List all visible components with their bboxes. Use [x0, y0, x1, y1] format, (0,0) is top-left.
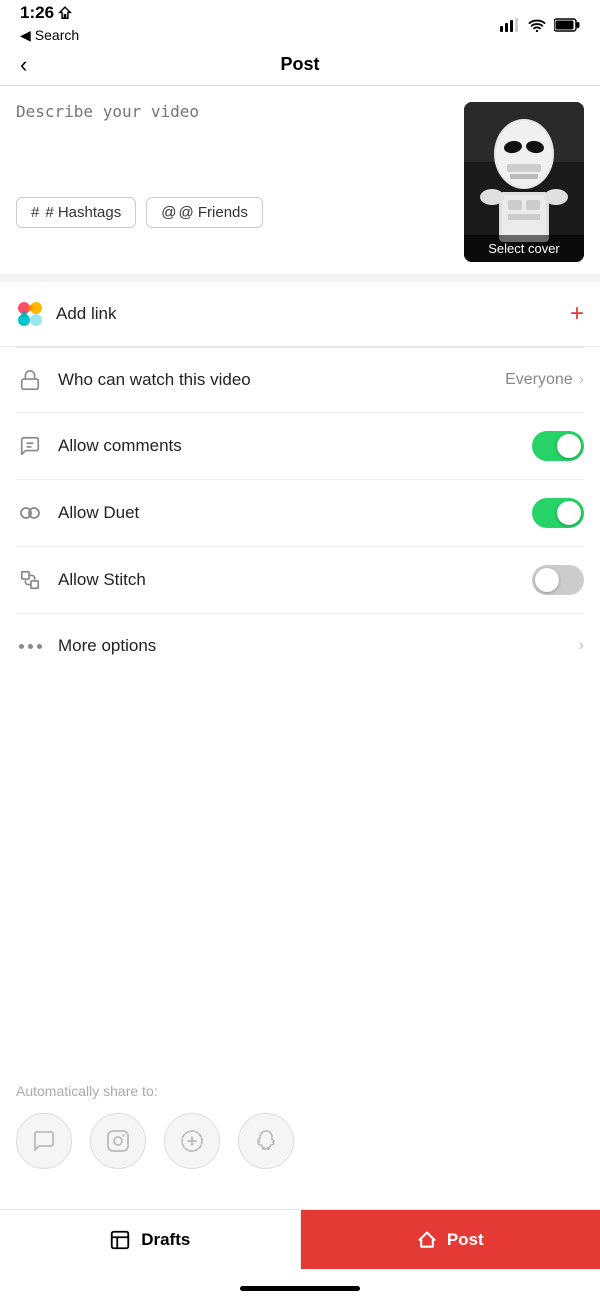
description-input-wrap: # # Hashtags @ @ Friends	[16, 102, 452, 262]
status-bar: 1:26 ◀ Search	[0, 0, 600, 44]
more-options-right: ›	[579, 637, 584, 655]
allow-stitch-row[interactable]: Allow Stitch	[16, 547, 584, 614]
allow-stitch-toggle[interactable]	[532, 565, 584, 595]
add-link-row[interactable]: Add link +	[0, 282, 600, 347]
back-button[interactable]: ‹	[20, 52, 27, 78]
video-thumbnail[interactable]: Select cover	[464, 102, 584, 262]
duet-icon	[16, 499, 44, 527]
battery-icon	[554, 18, 580, 32]
add-link-label: Add link	[56, 304, 116, 324]
home-indicator	[240, 1286, 360, 1291]
share-messages-button[interactable]	[16, 1113, 72, 1169]
hashtag-icon: #	[31, 204, 39, 221]
stitch-icon	[16, 566, 44, 594]
auto-share-label: Automatically share to:	[16, 1083, 584, 1099]
allow-comments-row[interactable]: Allow comments	[16, 413, 584, 480]
page-title: Post	[280, 54, 319, 75]
allow-comments-toggle[interactable]	[532, 431, 584, 461]
post-button[interactable]: Post	[301, 1210, 600, 1269]
section-divider	[0, 274, 600, 282]
allow-comments-label: Allow comments	[58, 436, 182, 456]
status-icons	[500, 18, 580, 32]
share-add-button[interactable]	[164, 1113, 220, 1169]
share-instagram-button[interactable]	[90, 1113, 146, 1169]
friends-button[interactable]: @ @ Friends	[146, 197, 263, 228]
plus-icon: +	[570, 300, 584, 328]
more-options-row[interactable]: More options ›	[16, 614, 584, 678]
more-options-chevron: ›	[579, 637, 584, 655]
description-area: # # Hashtags @ @ Friends	[0, 86, 600, 274]
add-link-left: Add link	[16, 300, 116, 328]
tiktok-dots-icon	[16, 300, 44, 328]
share-snapchat-button[interactable]	[238, 1113, 294, 1169]
post-icon	[417, 1230, 437, 1250]
allow-duet-row[interactable]: Allow Duet	[16, 480, 584, 547]
more-options-label: More options	[58, 636, 156, 656]
signal-icon	[500, 18, 520, 32]
settings-section: Who can watch this video Everyone › Allo…	[0, 348, 600, 678]
select-cover-label[interactable]: Select cover	[464, 235, 584, 262]
drafts-icon	[109, 1229, 131, 1251]
share-icons-row	[16, 1113, 584, 1169]
who-can-watch-row[interactable]: Who can watch this video Everyone ›	[16, 348, 584, 413]
allow-duet-toggle[interactable]	[532, 498, 584, 528]
more-options-left: More options	[16, 632, 156, 660]
allow-duet-left: Allow Duet	[16, 499, 139, 527]
description-input[interactable]	[16, 102, 452, 182]
who-can-watch-label: Who can watch this video	[58, 370, 251, 390]
allow-comments-left: Allow comments	[16, 432, 182, 460]
location-icon	[58, 6, 72, 20]
drafts-button[interactable]: Drafts	[0, 1210, 301, 1269]
nav-bar: ‹ Post	[0, 44, 600, 86]
auto-share-section: Automatically share to:	[0, 1063, 600, 1169]
at-icon: @	[161, 204, 176, 221]
hashtags-button[interactable]: # # Hashtags	[16, 197, 136, 228]
allow-stitch-left: Allow Stitch	[16, 566, 146, 594]
chevron-icon: ›	[579, 371, 584, 389]
status-time: 1:26	[20, 3, 79, 23]
comment-icon	[16, 432, 44, 460]
tag-buttons: # # Hashtags @ @ Friends	[16, 197, 452, 228]
lock-icon	[16, 366, 44, 394]
who-can-watch-left: Who can watch this video	[16, 366, 251, 394]
allow-stitch-label: Allow Stitch	[58, 570, 146, 590]
more-options-icon	[16, 632, 44, 660]
who-can-watch-value: Everyone ›	[505, 371, 584, 389]
bottom-bar: Drafts Post	[0, 1209, 600, 1269]
allow-duet-label: Allow Duet	[58, 503, 139, 523]
wifi-icon	[528, 18, 546, 32]
